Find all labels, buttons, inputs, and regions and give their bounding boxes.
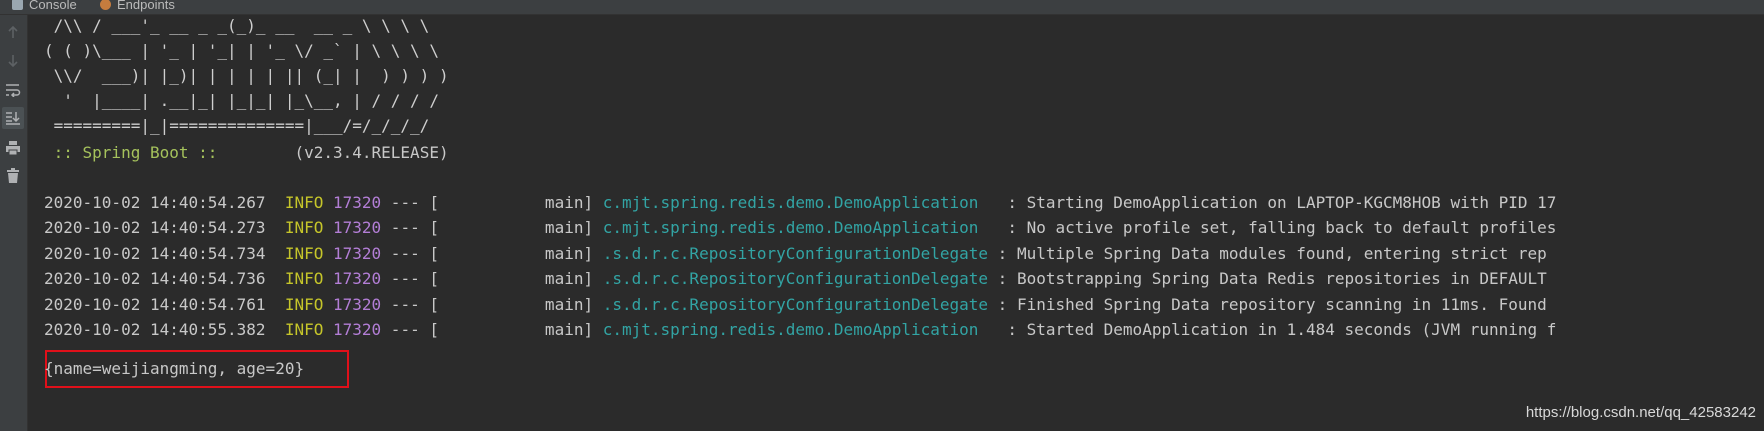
log-line: 2020-10-02 14:40:54.736 INFO 17320 --- [… xyxy=(44,269,1547,289)
log-thread: main] xyxy=(438,320,594,339)
log-line: 2020-10-02 14:40:54.273 INFO 17320 --- [… xyxy=(44,218,1556,238)
log-timestamp: 2020-10-02 14:40:54.761 xyxy=(44,295,266,314)
log-line: 2020-10-02 14:40:54.734 INFO 17320 --- [… xyxy=(44,244,1547,264)
down-button[interactable] xyxy=(2,50,24,72)
log-line: 2020-10-02 14:40:54.761 INFO 17320 --- [… xyxy=(44,295,1547,315)
log-pid: 17320 xyxy=(333,295,382,314)
log-pid: 17320 xyxy=(333,320,382,339)
log-level: INFO xyxy=(284,295,324,314)
log-line: 2020-10-02 14:40:55.382 INFO 17320 --- [… xyxy=(44,320,1556,340)
log-pid: 17320 xyxy=(333,244,382,263)
log-timestamp: 2020-10-02 14:40:54.736 xyxy=(44,269,266,288)
log-logger: c.mjt.spring.redis.demo.DemoApplication xyxy=(602,218,998,237)
log-pid: 17320 xyxy=(333,193,382,212)
soft-wrap-icon xyxy=(6,84,21,97)
trash-icon xyxy=(7,168,19,183)
print-button[interactable] xyxy=(2,137,24,159)
log-logger: c.mjt.spring.redis.demo.DemoApplication xyxy=(602,193,998,212)
spring-boot-label: :: Spring Boot :: xyxy=(44,143,228,162)
tool-window-tab-bar: Console Endpoints xyxy=(0,0,1764,15)
log-level: INFO xyxy=(284,218,324,237)
log-thread-open: --- [ xyxy=(381,269,439,288)
tab-endpoints[interactable]: Endpoints xyxy=(100,0,175,14)
log-thread: main] xyxy=(438,295,594,314)
tab-console-label: Console xyxy=(29,0,77,12)
arrow-down-icon xyxy=(8,55,18,68)
log-message: : Multiple Spring Data modules found, en… xyxy=(988,244,1547,263)
log-thread-open: --- [ xyxy=(381,193,439,212)
log-level: INFO xyxy=(284,193,324,212)
log-logger: .s.d.r.c.RepositoryConfigurationDelegate xyxy=(602,295,989,314)
log-thread: main] xyxy=(438,244,594,263)
log-thread-open: --- [ xyxy=(381,244,439,263)
log-line: 2020-10-02 14:40:54.267 INFO 17320 --- [… xyxy=(44,193,1556,213)
up-button[interactable] xyxy=(2,21,24,43)
console-toolbar xyxy=(0,15,28,431)
banner-line: ' |____| .__|_| |_|_| |_\__, | / / / / xyxy=(44,91,439,110)
log-thread: main] xyxy=(438,193,594,212)
watermark-url: https://blog.csdn.net/qq_42583242 xyxy=(1525,404,1756,421)
log-timestamp: 2020-10-02 14:40:55.382 xyxy=(44,320,266,339)
tab-console[interactable]: Console xyxy=(12,0,77,14)
banner-line: \\/ ___)| |_)| | | | | || (_| | ) ) ) ) xyxy=(44,66,449,85)
log-thread-open: --- [ xyxy=(381,218,439,237)
arrow-up-icon xyxy=(8,25,18,38)
log-level: INFO xyxy=(284,269,324,288)
banner-line: ( ( )\___ | '_ | '_| | '_ \/ _` | \ \ \ … xyxy=(44,41,439,60)
scroll-to-end-button[interactable] xyxy=(2,107,24,129)
log-message: : No active profile set, falling back to… xyxy=(1007,218,1557,237)
banner-line: =========|_|==============|___/=/_/_/_/ xyxy=(44,116,430,135)
log-logger: .s.d.r.c.RepositoryConfigurationDelegate xyxy=(602,244,989,263)
log-thread-open: --- [ xyxy=(381,295,439,314)
clear-all-button[interactable] xyxy=(2,165,24,187)
log-thread: main] xyxy=(438,269,594,288)
console-icon xyxy=(12,0,23,10)
log-timestamp: 2020-10-02 14:40:54.267 xyxy=(44,193,266,212)
log-message: : Finished Spring Data repository scanni… xyxy=(988,295,1547,314)
log-level: INFO xyxy=(284,244,324,263)
log-level: INFO xyxy=(284,320,324,339)
soft-wrap-button[interactable] xyxy=(2,79,24,101)
log-thread-open: --- [ xyxy=(381,320,439,339)
banner-line: /\\ / ___'_ __ _ _(_)_ __ __ _ \ \ \ \ xyxy=(44,16,430,35)
log-pid: 17320 xyxy=(333,269,382,288)
log-pid: 17320 xyxy=(333,218,382,237)
program-output-line: {name=weijiangming, age=20} xyxy=(44,359,305,378)
scroll-to-end-icon xyxy=(6,112,20,125)
tab-endpoints-label: Endpoints xyxy=(117,0,175,12)
log-message: : Starting DemoApplication on LAPTOP-KGC… xyxy=(1007,193,1557,212)
log-logger: c.mjt.spring.redis.demo.DemoApplication xyxy=(602,320,998,339)
log-timestamp: 2020-10-02 14:40:54.734 xyxy=(44,244,266,263)
endpoints-icon xyxy=(100,0,111,10)
log-thread: main] xyxy=(438,218,594,237)
log-message: : Started DemoApplication in 1.484 secon… xyxy=(1007,320,1557,339)
print-icon xyxy=(6,141,20,156)
boot-version-line: :: Spring Boot :: (v2.3.4.RELEASE) xyxy=(44,143,449,163)
console-output[interactable]: /\\ / ___'_ __ _ _(_)_ __ __ _ \ \ \ \ (… xyxy=(28,15,1764,431)
log-message: : Bootstrapping Spring Data Redis reposi… xyxy=(988,269,1547,288)
log-logger: .s.d.r.c.RepositoryConfigurationDelegate xyxy=(602,269,989,288)
log-timestamp: 2020-10-02 14:40:54.273 xyxy=(44,218,266,237)
boot-version: (v2.3.4.RELEASE) xyxy=(227,143,449,162)
